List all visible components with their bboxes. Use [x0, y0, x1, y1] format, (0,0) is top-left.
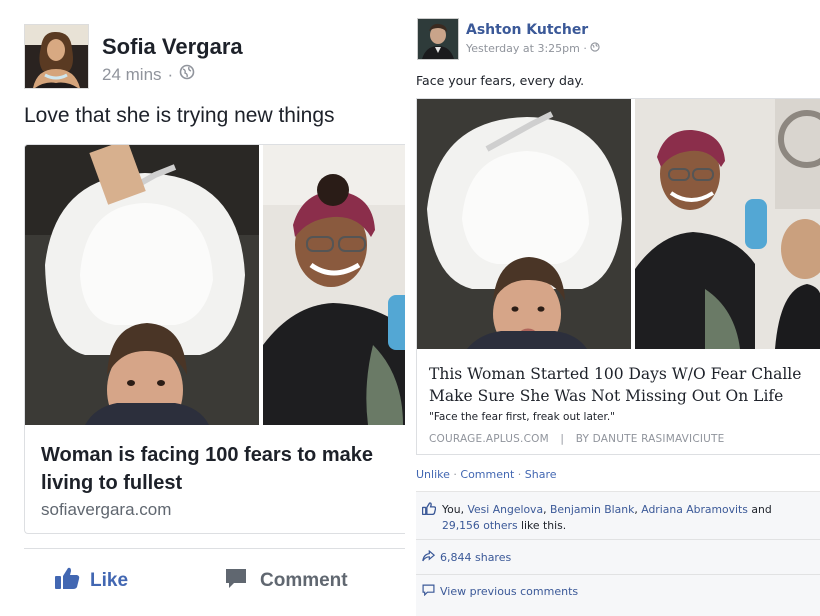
- link-byline: BY DANUTE RASIMAVICIUTE: [575, 433, 725, 445]
- comment-icon: [422, 584, 435, 599]
- thumbs-up-icon: [421, 502, 437, 534]
- unlike-link[interactable]: Unlike: [416, 468, 450, 481]
- thumbs-up-icon: [54, 566, 80, 596]
- liker-link[interactable]: Vesi Angelova: [467, 503, 543, 516]
- likes-text: You, Vesi Angelova, Benjamin Blank, Adri…: [442, 503, 772, 532]
- preview-image-1[interactable]: [25, 145, 259, 425]
- ufi-panel: You, Vesi Angelova, Benjamin Blank, Adri…: [416, 491, 820, 616]
- post-meta: Yesterday at 3:25pm ·: [466, 42, 600, 55]
- preview-image-2[interactable]: [263, 145, 411, 425]
- meta-separator: ·: [167, 64, 174, 84]
- globe-icon: [179, 64, 195, 85]
- link-description: "Face the fear first, freak out later.": [429, 411, 615, 423]
- comment-link[interactable]: Comment: [460, 468, 514, 481]
- share-link[interactable]: Share: [525, 468, 557, 481]
- preview-image-2[interactable]: [635, 99, 820, 349]
- comment-label: Comment: [260, 570, 348, 591]
- link-source: COURAGE.APLUS.COM | BY DANUTE RASIMAVICI…: [429, 433, 725, 445]
- left-post: Sofia Vergara 24 mins · Love that she is…: [0, 0, 411, 615]
- view-previous-label: View previous comments: [440, 585, 579, 598]
- byline-separator: |: [560, 433, 565, 445]
- liker-link[interactable]: Benjamin Blank: [550, 503, 634, 516]
- view-previous-comments-link[interactable]: View previous comments: [422, 584, 578, 599]
- post-actions: Unlike · Comment · Share: [416, 468, 557, 481]
- likes-suffix: like this.: [521, 519, 567, 532]
- meta-separator: ·: [583, 42, 587, 55]
- link-title-line-1: This Woman Started 100 Days W/O Fear Cha…: [429, 365, 802, 383]
- post-time[interactable]: 24 mins: [102, 65, 162, 85]
- author-name[interactable]: Sofia Vergara: [102, 34, 243, 60]
- post-message: Face your fears, every day.: [416, 73, 585, 88]
- like-label: Like: [90, 570, 129, 591]
- panel-divider: [416, 539, 820, 540]
- action-separator: ·: [517, 468, 525, 481]
- share-icon: [422, 549, 436, 565]
- shares-link[interactable]: 6,844 shares: [422, 549, 512, 565]
- link-title-line-2: Make Sure She Was Not Missing Out On Lif…: [429, 387, 784, 405]
- author-avatar[interactable]: [24, 24, 89, 89]
- link-title[interactable]: Woman is facing 100 fears to make living…: [41, 441, 411, 497]
- liker-link[interactable]: Adriana Abramovits: [641, 503, 748, 516]
- like-button[interactable]: Like: [54, 566, 128, 596]
- post-time[interactable]: Yesterday at 3:25pm: [466, 42, 580, 55]
- link-domain: COURAGE.APLUS.COM: [429, 433, 549, 445]
- post-message: Love that she is trying new things: [24, 104, 335, 127]
- link-title[interactable]: This Woman Started 100 Days W/O Fear Cha…: [429, 363, 820, 407]
- likes-others-link[interactable]: 29,156 others: [442, 519, 518, 532]
- likes-summary: You, Vesi Angelova, Benjamin Blank, Adri…: [421, 502, 802, 534]
- link-preview-card[interactable]: This Woman Started 100 Days W/O Fear Cha…: [416, 98, 820, 455]
- panel-divider: [416, 574, 820, 575]
- post-meta: 24 mins ·: [102, 64, 195, 85]
- preview-image-1[interactable]: [417, 99, 631, 349]
- likes-and: and: [751, 503, 772, 516]
- author-name[interactable]: Ashton Kutcher: [466, 22, 588, 38]
- comment-icon: [224, 566, 248, 596]
- globe-icon: [590, 42, 600, 55]
- author-avatar[interactable]: [417, 18, 459, 60]
- link-domain: sofiavergara.com: [41, 500, 172, 519]
- shares-count: 6,844 shares: [440, 551, 512, 564]
- right-post: Ashton Kutcher Yesterday at 3:25pm · Fac…: [410, 0, 820, 616]
- link-preview-card[interactable]: Woman is facing 100 fears to make living…: [24, 144, 411, 534]
- comment-button[interactable]: Comment: [224, 566, 348, 596]
- action-divider: [24, 548, 410, 549]
- likes-prefix: You,: [442, 503, 465, 516]
